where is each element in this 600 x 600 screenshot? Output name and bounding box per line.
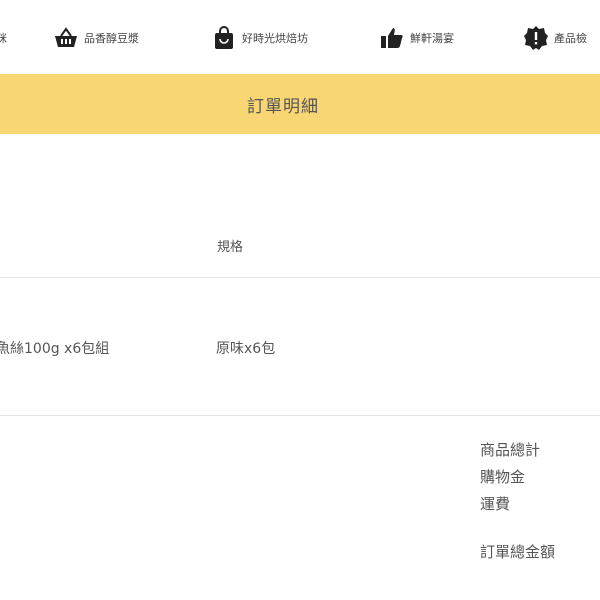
- nav-item-label: 品香醇豆漿: [84, 32, 139, 45]
- nav-item-inspection[interactable]: 產品檢: [524, 24, 587, 52]
- top-nav: 咪 品香醇豆漿 好時光烘焙坊 鮮軒湯宴 產品檢: [0, 0, 600, 74]
- order-detail-header: 訂單明細: [0, 74, 600, 134]
- page-title: 訂單明細: [247, 96, 319, 117]
- nav-item-partial[interactable]: 咪: [0, 24, 7, 52]
- nav-item-bakery[interactable]: 好時光烘焙坊: [212, 24, 308, 52]
- order-detail-page: 咪 品香醇豆漿 好時光烘焙坊 鮮軒湯宴 產品檢 訂單明細 規格 魚絲100g x…: [0, 0, 600, 600]
- subtotal-label: 商品總計: [480, 441, 541, 459]
- product-spec-cell: 原味x6包: [216, 341, 276, 357]
- spec-column-header: 規格: [217, 240, 244, 255]
- thumbs-up-icon: [380, 26, 404, 50]
- shipping-label: 運費: [480, 495, 511, 513]
- nav-item-label: 產品檢: [554, 32, 587, 45]
- product-name-cell: 魚絲100g x6包組: [0, 341, 110, 357]
- alert-badge-icon: [524, 26, 548, 50]
- credit-label: 購物金: [480, 468, 526, 486]
- order-summary: 商品總計 購物金 運費 訂單總金額: [480, 437, 555, 566]
- order-total-label: 訂單總金額: [480, 543, 556, 561]
- nav-item-label: 好時光烘焙坊: [242, 32, 308, 45]
- summary-spacer: [480, 518, 555, 539]
- basket-icon: [54, 26, 78, 50]
- shopping-bag-icon: [212, 26, 236, 50]
- table-divider: [0, 415, 600, 416]
- nav-item-soymilk[interactable]: 品香醇豆漿: [54, 24, 139, 52]
- nav-item-label: 咪: [0, 32, 7, 45]
- table-divider: [0, 277, 600, 278]
- nav-item-soup[interactable]: 鮮軒湯宴: [380, 24, 454, 52]
- nav-item-label: 鮮軒湯宴: [410, 32, 454, 45]
